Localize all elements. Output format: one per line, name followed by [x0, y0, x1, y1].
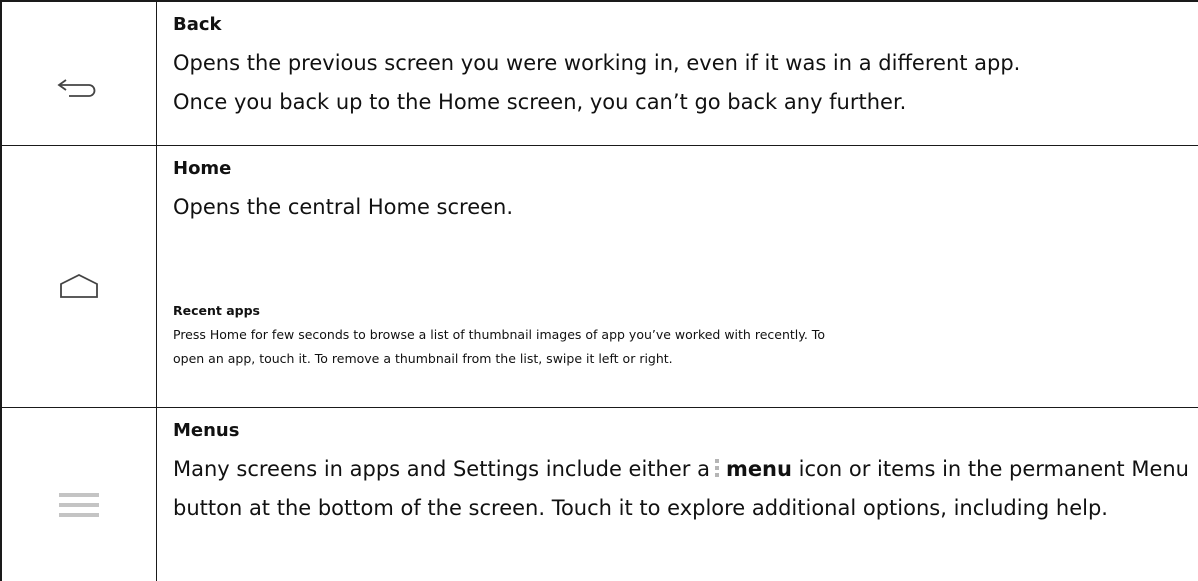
icon-cell-home [1, 145, 157, 407]
menu-dots-icon [714, 458, 720, 478]
menus-text-before-icon: Many screens in apps and Settings includ… [173, 457, 710, 481]
text-cell-home: Home Opens the central Home screen. Rece… [157, 145, 1198, 407]
recent-apps-description: Press Home for few seconds to browse a l… [173, 323, 1190, 371]
back-description-line: Once you back up to the Home screen, you… [173, 83, 1190, 122]
menu-bold-word: menu [726, 457, 792, 481]
back-heading: Back [173, 14, 1190, 36]
home-heading: Home [173, 158, 1190, 180]
text-cell-back: Back Opens the previous screen you were … [157, 1, 1198, 145]
menus-description: Many screens in apps and Settings includ… [173, 450, 1190, 528]
menus-heading: Menus [173, 420, 1190, 442]
home-description-line: Opens the central Home screen. [173, 188, 1190, 227]
navigation-keys-table: Back Opens the previous screen you were … [0, 0, 1198, 581]
recent-apps-line: Press Home for few seconds to browse a l… [173, 327, 825, 342]
icon-cell-back [1, 1, 157, 145]
table-row-menus: Menus Many screens in apps and Settings … [1, 407, 1198, 581]
table-row-home: Home Opens the central Home screen. Rece… [1, 145, 1198, 407]
icon-cell-menus [1, 407, 157, 581]
back-arrow-icon [56, 76, 102, 100]
recent-apps-line: open an app, touch it. To remove a thumb… [173, 351, 673, 366]
home-icon [59, 273, 99, 299]
recent-apps-heading: Recent apps [173, 303, 1190, 319]
menu-lines-icon [59, 493, 99, 517]
table-row-back: Back Opens the previous screen you were … [1, 1, 1198, 145]
back-description-line: Opens the previous screen you were worki… [173, 44, 1190, 83]
text-cell-menus: Menus Many screens in apps and Settings … [157, 407, 1198, 581]
